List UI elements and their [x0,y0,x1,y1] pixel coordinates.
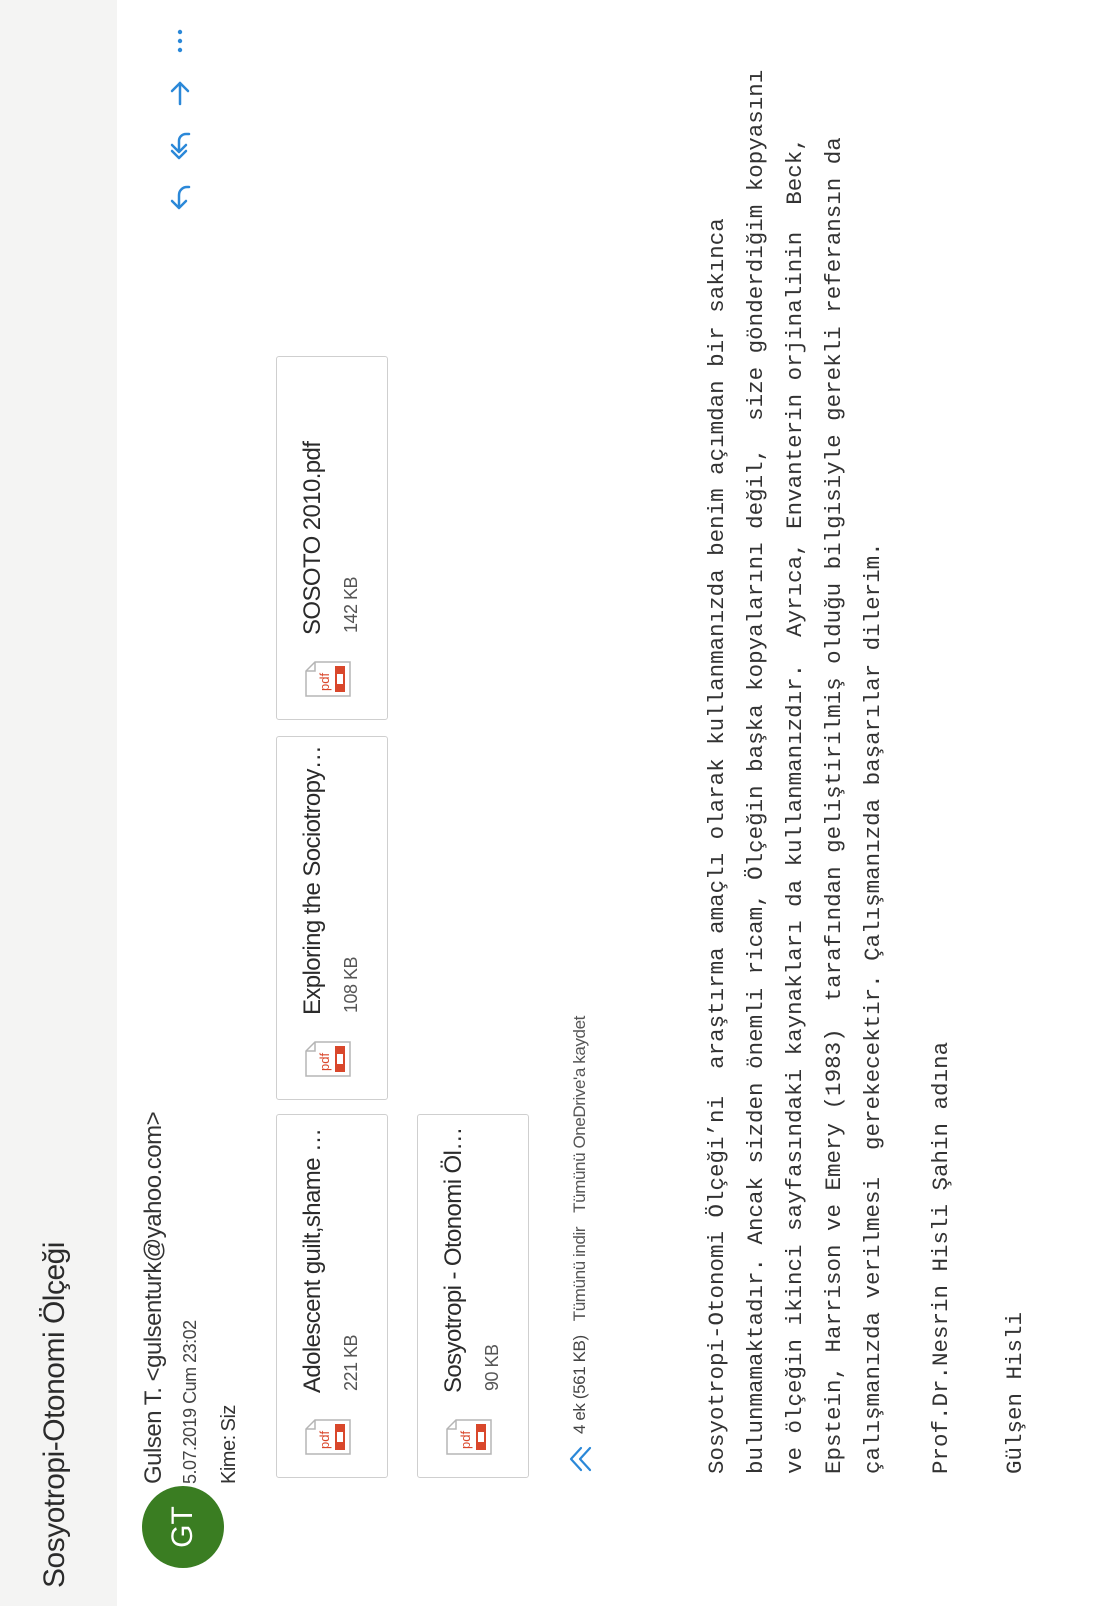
attachment-size: 108 KB [341,956,361,1013]
attachments-count: 4 ek (561 KB) [570,1335,589,1434]
attachment-name: Adolescent guilt,shame and d... [299,1123,326,1393]
body-line: ve ölçeğin ikinci sayfasındaki kaynaklar… [782,137,808,1474]
attachment-size: 221 KB [341,1334,361,1391]
attachments-summary: 4 ek (561 KB) Tümünü indir Tümünü OneDri… [566,1016,594,1474]
forward-button[interactable] [161,74,199,112]
email-date: 5.07.2019 Cum 23:02 [180,1320,200,1484]
sender-avatar[interactable]: GT [142,1486,224,1568]
body-line: çalışmanızda verilmesi gerekecektir. Çal… [860,542,886,1474]
attachment-size: 90 KB [482,1344,502,1391]
signature-line: Prof.Dr.Nesrin Hisli Şahin adına [928,1041,954,1474]
reply-button[interactable] [161,178,199,216]
signature-name: Gülşen Hisli [1002,1311,1028,1474]
reply-all-button[interactable] [161,126,199,164]
email-subject: Sosyotropi-Otonomi Ölçeği [38,1242,71,1588]
reply-icon [170,185,191,210]
svg-text:pdf: pdf [317,1053,332,1071]
body-line: bulunmamaktadır. Ancak sizden önemli ric… [743,69,769,1474]
save-onedrive-link[interactable]: Tümünü OneDrive'a kaydet [570,1016,590,1213]
collapse-chevron-icon[interactable] [566,1444,594,1474]
message-body: Sosyotropi-Otonomi Ölçeği’ni araştırma a… [698,54,893,1474]
pdf-icon: pdf [305,1041,351,1077]
message-actions [160,22,200,216]
email-reading-pane: Sosyotropi-Otonomi Ölçeği GT Gulsen T. <… [0,0,1120,1606]
attachment-card[interactable]: pdf SOSOTO 2010.pdf 142 KB [276,356,388,720]
more-options-icon [177,29,183,53]
forward-icon [170,81,190,106]
svg-text:pdf: pdf [458,1431,473,1449]
reply-all-icon [170,132,191,160]
pdf-icon: pdf [446,1419,492,1455]
more-options-button[interactable] [161,22,199,60]
subject-bar: Sosyotropi-Otonomi Ölçeği [0,0,117,1606]
download-all-link[interactable]: Tümünü indir [570,1227,590,1321]
pdf-icon: pdf [305,661,351,697]
attachment-name: Exploring the Sociotropy-Aut... [299,745,326,1015]
attachment-card[interactable]: pdf Exploring the Sociotropy-Aut... 108 … [276,736,388,1100]
attachment-card[interactable]: pdf Adolescent guilt,shame and d... 221 … [276,1114,388,1478]
to-value[interactable]: Siz [218,1405,240,1431]
pdf-icon: pdf [305,1419,351,1455]
attachment-size: 142 KB [341,576,361,633]
attachment-name: Sosyotropi - Otonomi Ölçeği ... [440,1123,467,1393]
sender-name[interactable]: Gulsen T. <gulsenturk@yahoo.com> [140,1112,168,1484]
svg-text:pdf: pdf [317,1431,332,1449]
attachment-name: SOSOTO 2010.pdf [299,441,326,635]
body-line: Sosyotropi-Otonomi Ölçeği’ni araştırma a… [704,218,730,1474]
attachment-card[interactable]: pdf Sosyotropi - Otonomi Ölçeği ... 90 K… [417,1114,529,1478]
recipient-line: Kime: Siz [218,1405,241,1484]
svg-text:pdf: pdf [317,673,332,691]
to-label: Kime: [218,1435,240,1484]
body-line: Epstein, Harrison ve Emery (1983) tarafı… [821,137,847,1474]
